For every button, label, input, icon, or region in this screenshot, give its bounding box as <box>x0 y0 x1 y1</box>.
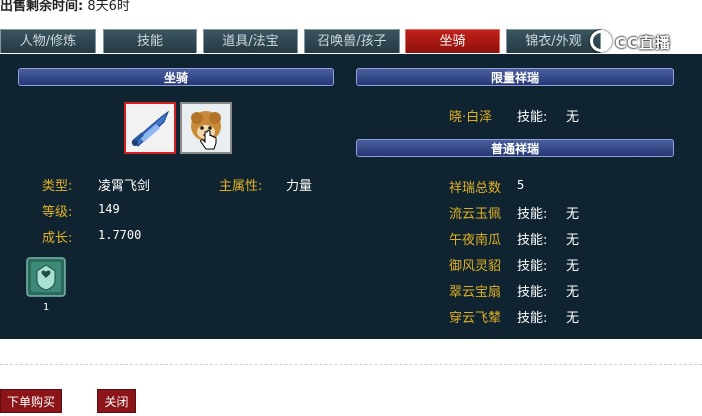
normal-item-name: 翠云宝扇 <box>449 285 502 300</box>
tab-skills[interactable]: 技能 <box>103 29 197 53</box>
type-value: 凌霄飞剑 <box>98 179 151 194</box>
level-value: 149 <box>98 202 120 216</box>
tab-appearance[interactable]: 锦衣/外观 <box>506 29 601 53</box>
hand-cursor-icon <box>200 130 217 150</box>
limited-skill-value: 无 <box>566 110 580 125</box>
mount-panel: 坐骑 限量祥瑞 类型: 凌霄飞剑 主属性: 力量 等级: 149 成长: 1.7… <box>0 54 702 339</box>
normal-item-name: 午夜南瓜 <box>449 233 502 248</box>
normal-skill-label: 技能: <box>517 207 548 222</box>
sale-time-label: 出售剩余时间: <box>0 0 84 14</box>
sale-time-value: 8天6时 <box>87 0 130 14</box>
tab-pets[interactable]: 召唤兽/孩子 <box>304 29 400 53</box>
flying-sword-icon <box>131 110 170 147</box>
total-label: 祥瑞总数 <box>449 181 502 196</box>
watermark-logo: CC直播 <box>590 30 672 52</box>
normal-skill-value: 无 <box>566 311 580 326</box>
tab-items[interactable]: 道具/法宝 <box>203 29 298 53</box>
close-button[interactable]: 关闭 <box>97 389 136 413</box>
divider <box>0 364 702 365</box>
normal-skill-value: 无 <box>566 259 580 274</box>
limited-skill-label: 技能: <box>517 110 548 125</box>
main-attr-label: 主属性: <box>219 179 263 194</box>
normal-skill-label: 技能: <box>517 259 548 274</box>
total-value: 5 <box>517 178 525 192</box>
buy-button[interactable]: 下单购买 <box>0 389 62 413</box>
mount-badge-icon <box>26 257 66 297</box>
normal-item-name: 流云玉佩 <box>449 207 502 222</box>
mount-badge[interactable] <box>26 257 66 297</box>
tab-character[interactable]: 人物/修炼 <box>0 29 96 53</box>
normal-skill-value: 无 <box>566 233 580 248</box>
normal-item-name: 御风灵貂 <box>449 259 502 274</box>
normal-header: 普通祥瑞 <box>356 139 674 157</box>
watermark-text: CC直播 <box>615 34 672 52</box>
type-label: 类型: <box>42 179 73 194</box>
normal-item-name: 穿云飞辇 <box>449 311 502 326</box>
mount-slot-sheep[interactable] <box>180 102 232 154</box>
tab-mount[interactable]: 坐骑 <box>405 29 500 53</box>
normal-skill-label: 技能: <box>517 311 548 326</box>
sale-time-line: 出售剩余时间: 8天6时 <box>0 0 130 15</box>
normal-skill-value: 无 <box>566 285 580 300</box>
main-attr-value: 力量 <box>286 179 313 194</box>
growth-value: 1.7700 <box>98 228 142 242</box>
normal-skill-value: 无 <box>566 207 580 222</box>
mount-slot-sword[interactable] <box>124 102 176 154</box>
mount-header: 坐骑 <box>18 68 334 86</box>
limited-item-name: 晓·白泽 <box>449 110 493 125</box>
normal-skill-label: 技能: <box>517 233 548 248</box>
badge-count: 1 <box>43 302 50 313</box>
growth-label: 成长: <box>42 231 73 246</box>
normal-skill-label: 技能: <box>517 285 548 300</box>
limited-header: 限量祥瑞 <box>356 68 674 86</box>
cc-live-logo-icon <box>590 30 612 52</box>
level-label: 等级: <box>42 205 73 220</box>
